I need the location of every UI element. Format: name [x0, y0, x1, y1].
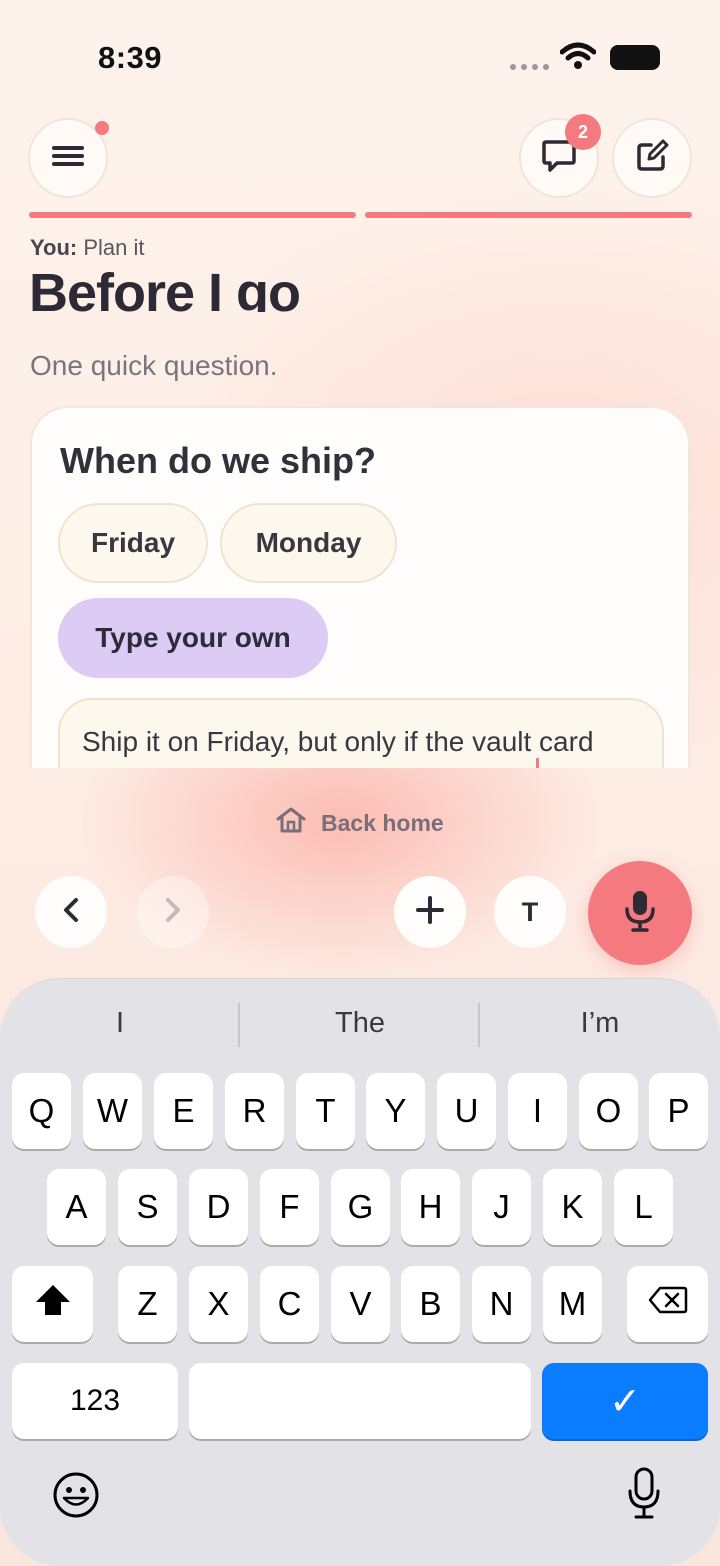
key-o[interactable]: O	[579, 1073, 638, 1149]
dictation-mic-icon[interactable]	[626, 1467, 662, 1526]
progress-segment-2	[365, 212, 692, 218]
key-a[interactable]: A	[47, 1169, 106, 1245]
key-h[interactable]: H	[401, 1169, 460, 1245]
key-e[interactable]: E	[154, 1073, 213, 1149]
previous-button[interactable]	[35, 876, 107, 948]
key-b[interactable]: B	[401, 1266, 460, 1342]
key-q[interactable]: Q	[12, 1073, 71, 1149]
key-u[interactable]: U	[437, 1073, 496, 1149]
answer-text: Ship it on Friday, but only if the vault…	[82, 726, 594, 757]
space-key[interactable]	[189, 1363, 531, 1439]
key-d[interactable]: D	[189, 1169, 248, 1245]
key-v[interactable]: V	[331, 1266, 390, 1342]
back-home-label: Back home	[321, 809, 444, 836]
option-chip-monday[interactable]: Monday	[220, 503, 397, 583]
chat-count-badge: 2	[565, 114, 601, 150]
done-key[interactable]: ✓	[542, 1363, 708, 1439]
you-value: Plan it	[83, 235, 145, 260]
next-button[interactable]	[137, 876, 209, 948]
keyboard: I The I’m Q W E R T Y U I O P A S D F G …	[0, 978, 720, 1566]
key-x[interactable]: X	[189, 1266, 248, 1342]
key-r[interactable]: R	[225, 1073, 284, 1149]
page-subtitle: One quick question.	[30, 350, 278, 381]
suggestion-1[interactable]: I	[0, 1007, 240, 1040]
home-icon	[275, 806, 307, 840]
shift-key[interactable]	[12, 1266, 93, 1342]
compose-button[interactable]	[612, 118, 692, 198]
key-p[interactable]: P	[649, 1073, 708, 1149]
type-your-own-chip[interactable]: Type your own	[58, 598, 328, 678]
key-z[interactable]: Z	[118, 1266, 177, 1342]
battery-icon	[610, 45, 660, 70]
key-i[interactable]: I	[508, 1073, 567, 1149]
back-home-link[interactable]: Back home	[275, 806, 444, 840]
compose-icon	[635, 139, 669, 178]
delete-key[interactable]	[627, 1266, 708, 1342]
key-w[interactable]: W	[83, 1073, 142, 1149]
cellular-signal-icon	[510, 64, 549, 70]
backspace-icon	[648, 1285, 688, 1323]
suggestion-2[interactable]: The	[240, 1007, 480, 1040]
chevron-right-icon	[163, 897, 183, 928]
add-button[interactable]	[394, 876, 466, 948]
plus-icon	[415, 895, 445, 930]
option-chip-friday[interactable]: Friday	[58, 503, 208, 583]
voice-input-button[interactable]	[588, 861, 692, 965]
key-m[interactable]: M	[543, 1266, 602, 1342]
shift-icon	[34, 1283, 72, 1325]
key-t[interactable]: T	[296, 1073, 355, 1149]
answer-input[interactable]: Ship it on Friday, but only if the vault…	[58, 698, 664, 768]
context-line: You: Plan it	[30, 235, 145, 261]
page-title: Before I go	[29, 263, 301, 312]
text-mode-button[interactable]: T	[494, 876, 566, 948]
progress-segment-1	[29, 212, 356, 218]
text-caret	[536, 758, 539, 768]
microphone-icon	[623, 889, 657, 938]
key-n[interactable]: N	[472, 1266, 531, 1342]
text-mode-label: T	[521, 896, 539, 927]
chevron-left-icon	[61, 897, 81, 928]
wifi-icon	[559, 42, 597, 75]
numbers-key[interactable]: 123	[12, 1363, 178, 1439]
status-time: 8:39	[98, 40, 163, 75]
key-j[interactable]: J	[472, 1169, 531, 1245]
question-text: When do we ship?	[60, 440, 376, 481]
emoji-icon[interactable]	[52, 1471, 100, 1524]
key-s[interactable]: S	[118, 1169, 177, 1245]
key-c[interactable]: C	[260, 1266, 319, 1342]
key-k[interactable]: K	[543, 1169, 602, 1245]
question-card: When do we ship? Friday Monday Type your…	[30, 406, 690, 768]
key-l[interactable]: L	[614, 1169, 673, 1245]
key-g[interactable]: G	[331, 1169, 390, 1245]
menu-icon	[52, 145, 84, 172]
suggestion-3[interactable]: I’m	[480, 1007, 720, 1040]
key-y[interactable]: Y	[366, 1073, 425, 1149]
key-f[interactable]: F	[260, 1169, 319, 1245]
you-label: You:	[30, 235, 78, 260]
notification-dot	[95, 121, 109, 135]
